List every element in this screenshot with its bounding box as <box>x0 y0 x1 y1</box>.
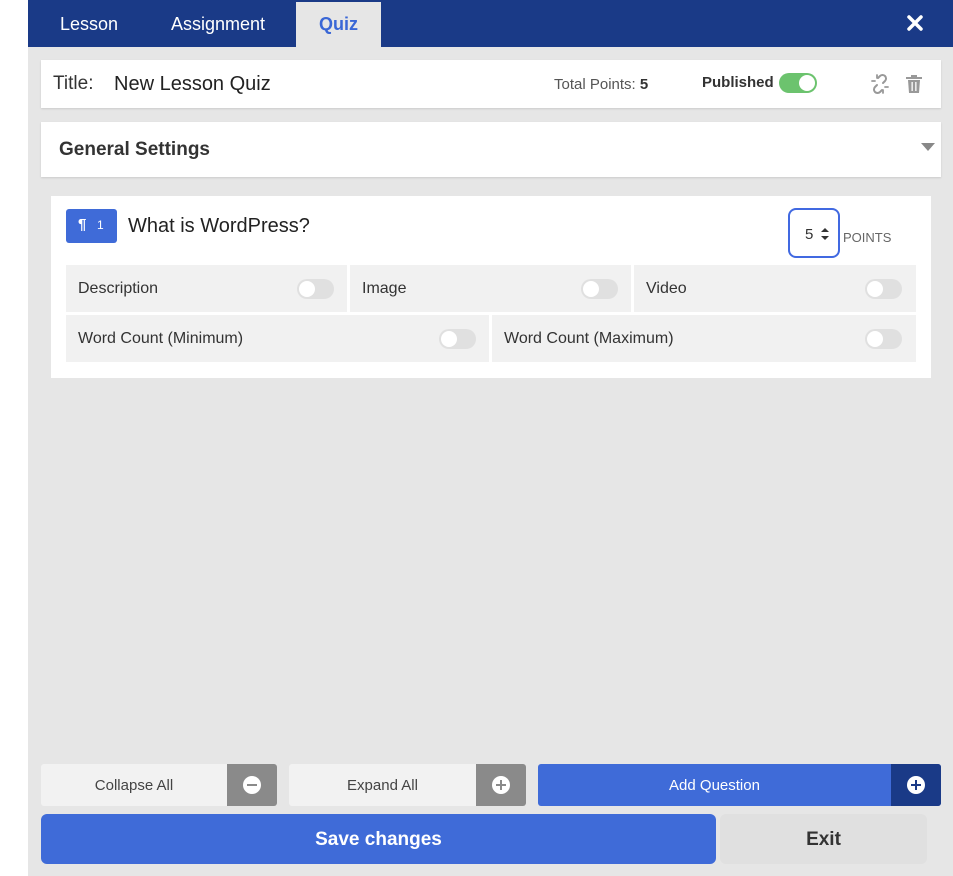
video-toggle[interactable] <box>865 279 902 299</box>
option-label: Image <box>362 280 407 297</box>
spinner-arrows-icon[interactable] <box>820 224 830 244</box>
points-label: POINTS <box>843 230 892 245</box>
collapse-icon-box <box>227 764 277 806</box>
tab-lesson[interactable]: Lesson <box>42 0 136 47</box>
word-count-min-toggle[interactable] <box>439 329 476 349</box>
title-bar: Title: New Lesson Quiz Total Points: 5 P… <box>41 60 941 108</box>
exit-button[interactable]: Exit <box>720 814 927 864</box>
expand-icon-box <box>476 764 526 806</box>
option-word-count-max: Word Count (Maximum) <box>492 315 916 362</box>
option-label: Video <box>646 280 687 297</box>
option-word-count-min: Word Count (Minimum) <box>66 315 489 362</box>
option-image: Image <box>350 265 631 312</box>
tab-bar: Lesson Assignment Quiz <box>28 0 953 47</box>
image-toggle[interactable] <box>581 279 618 299</box>
close-icon[interactable] <box>905 13 925 33</box>
total-points: Total Points: 5 <box>554 76 648 93</box>
save-changes-button[interactable]: Save changes <box>41 814 716 864</box>
expand-all-label: Expand All <box>347 777 418 794</box>
option-label: Word Count (Minimum) <box>78 330 244 347</box>
points-value: 5 <box>805 226 814 243</box>
lesson-editor-modal: Lesson Assignment Quiz Title: New Lesson… <box>28 0 953 876</box>
exit-label: Exit <box>806 829 841 850</box>
general-settings-toggle[interactable]: General Settings <box>41 122 941 177</box>
question-type-badge[interactable]: ¶ 1 <box>66 209 117 243</box>
save-changes-label: Save changes <box>315 829 442 850</box>
question-number: 1 <box>97 218 104 232</box>
option-label: Description <box>78 280 159 297</box>
trash-icon[interactable] <box>905 74 923 94</box>
add-question-button[interactable]: Add Question <box>538 764 941 806</box>
option-description: Description <box>66 265 347 312</box>
collapse-all-button[interactable]: Collapse All <box>41 764 277 806</box>
option-video: Video <box>634 265 916 312</box>
description-toggle[interactable] <box>297 279 334 299</box>
question-title[interactable]: What is WordPress? <box>128 215 310 238</box>
published-label: Published <box>702 74 774 91</box>
unlink-icon[interactable] <box>869 73 891 95</box>
points-input[interactable]: 5 <box>788 208 840 258</box>
add-icon-box <box>891 764 941 806</box>
plus-circle-icon <box>907 776 925 794</box>
total-points-value: 5 <box>639 76 649 93</box>
expand-all-button[interactable]: Expand All <box>289 764 526 806</box>
option-label: Word Count (Maximum) <box>504 330 674 347</box>
word-count-max-toggle[interactable] <box>865 329 902 349</box>
plus-circle-icon <box>492 776 510 794</box>
total-points-label: Total Points: <box>554 76 636 93</box>
tab-quiz[interactable]: Quiz <box>296 2 381 47</box>
quiz-title[interactable]: New Lesson Quiz <box>114 73 271 96</box>
collapse-all-label: Collapse All <box>94 777 174 794</box>
paragraph-icon: ¶ <box>78 216 87 233</box>
chevron-down-icon <box>921 143 935 151</box>
minus-circle-icon <box>243 776 261 794</box>
tab-assignment[interactable]: Assignment <box>156 0 280 47</box>
add-question-label: Add Question <box>669 777 760 794</box>
general-settings-title: General Settings <box>59 139 210 160</box>
question-card: ¶ 1 What is WordPress? 5 POINTS Descript… <box>51 196 931 378</box>
title-label: Title: <box>53 73 94 94</box>
published-toggle[interactable] <box>779 73 817 93</box>
